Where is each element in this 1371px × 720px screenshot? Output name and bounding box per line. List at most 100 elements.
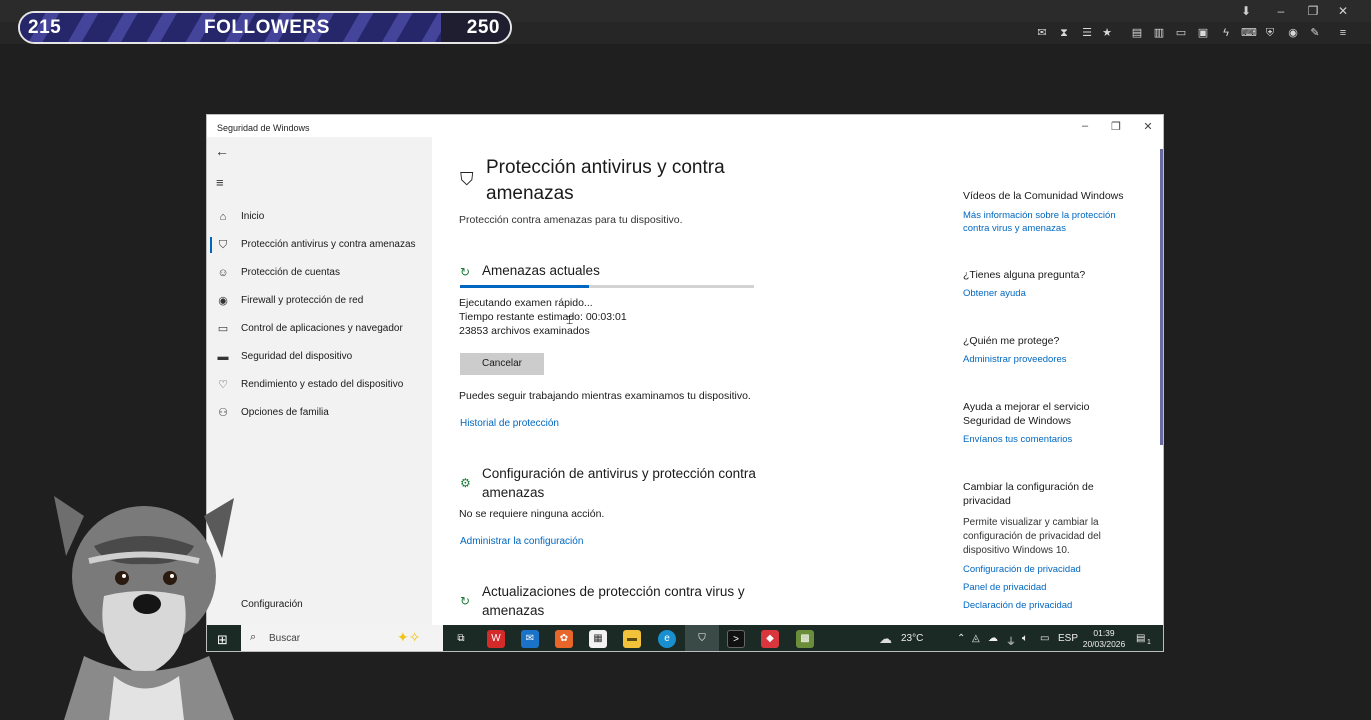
scan-status: Ejecutando examen rápido... bbox=[459, 297, 593, 309]
shield-icon: ⛉ bbox=[218, 239, 228, 251]
followers-goal: 250 bbox=[466, 17, 500, 38]
network-icon[interactable]: ▭ bbox=[1040, 633, 1049, 644]
ws-close-button[interactable]: ✕ bbox=[1138, 120, 1158, 133]
sidebar-item-label: Firewall y protección de red bbox=[241, 295, 364, 306]
followers-goal-bar: 215 FOLLOWERS 250 bbox=[18, 11, 512, 44]
wifi-icon: ◉ bbox=[218, 295, 228, 307]
scan-time-remaining: Tiempo restante estimado: 00:03:01 bbox=[459, 311, 627, 323]
cancel-scan-button[interactable]: Cancelar bbox=[460, 353, 544, 375]
windows-security-taskbar-icon[interactable]: ⛉ bbox=[693, 630, 711, 648]
followers-current: 215 bbox=[28, 17, 62, 38]
sidebar-item-label: Opciones de familia bbox=[241, 407, 329, 418]
taskbar-search[interactable]: ⌕ Buscar ✦✧ bbox=[241, 625, 443, 651]
sidebar-item-label: Seguridad del dispositivo bbox=[241, 351, 353, 362]
sidebar-item-app-browser[interactable]: ▭ Control de aplicaciones y navegador bbox=[207, 317, 432, 341]
hamburger-menu-icon[interactable]: ≡ bbox=[1336, 26, 1350, 40]
sparkle-icon: ✦✧ bbox=[397, 629, 421, 645]
menu-icon[interactable]: ≡ bbox=[216, 175, 224, 190]
current-threats-heading: Amenazas actuales bbox=[482, 263, 600, 278]
back-arrow-icon[interactable]: ← bbox=[215, 143, 229, 159]
settings-section-heading: Configuración de antivirus y protección … bbox=[482, 466, 756, 500]
search-icon: ⌕ bbox=[250, 631, 257, 643]
browser-icon: ▭ bbox=[217, 323, 229, 335]
database-icon[interactable]: ☰ bbox=[1080, 26, 1094, 40]
minimize-button[interactable]: – bbox=[1266, 2, 1296, 20]
improve-heading: Ayuda a mejorar el servicio Seguridad de… bbox=[963, 401, 1090, 427]
lightning-icon[interactable]: ϟ bbox=[1219, 26, 1233, 40]
minecraft-icon[interactable]: ▩ bbox=[796, 630, 814, 648]
ws-minimize-button[interactable]: – bbox=[1075, 120, 1095, 132]
file-icon[interactable]: ▤ bbox=[1130, 26, 1144, 40]
sidebar-item-label: Protección antivirus y contra amenazas bbox=[241, 239, 416, 250]
manage-providers-link[interactable]: Administrar proveedores bbox=[963, 353, 1138, 366]
sidebar-settings[interactable]: Configuración bbox=[241, 599, 303, 610]
monitor-icon[interactable]: ▭ bbox=[1174, 26, 1188, 40]
book-icon[interactable]: ▥ bbox=[1152, 26, 1166, 40]
edge-browser-icon[interactable]: e bbox=[658, 630, 676, 648]
sidebar-item-account-protection[interactable]: ☺ Protección de cuentas bbox=[207, 261, 432, 285]
file-explorer-icon[interactable]: ▬ bbox=[623, 630, 641, 648]
heart-icon: ♡ bbox=[218, 379, 228, 391]
window-title: Seguridad de Windows bbox=[217, 123, 310, 133]
weather-temperature: 23°C bbox=[901, 633, 924, 644]
clock[interactable]: 01:39 20/03/2026 bbox=[1081, 628, 1127, 650]
sidebar-item-firewall[interactable]: ◉ Firewall y protección de red bbox=[207, 289, 432, 313]
sidebar-item-family[interactable]: ⚇ Opciones de familia bbox=[207, 401, 432, 425]
tray-chevron-icon[interactable]: ⌃ bbox=[957, 633, 965, 644]
tray-cloud-icon[interactable]: ☁ bbox=[988, 633, 998, 644]
language-indicator[interactable]: ESP bbox=[1058, 633, 1078, 644]
copilot-icon[interactable]: ✿ bbox=[555, 630, 573, 648]
mic-icon[interactable]: ⏚ bbox=[1006, 633, 1016, 648]
scan-progress-fill bbox=[460, 285, 590, 288]
settings-status: No se requiere ninguna acción. bbox=[459, 508, 605, 520]
task-view-icon[interactable]: ⧉ bbox=[452, 630, 470, 648]
shield-outline-icon: ⛉ bbox=[460, 169, 474, 189]
notification-icon[interactable]: ▤ bbox=[1136, 633, 1145, 644]
anydesk-icon[interactable]: ◆ bbox=[761, 630, 779, 648]
sidebar-item-device-health[interactable]: ♡ Rendimiento y estado del dispositivo bbox=[207, 373, 432, 397]
terminal-icon[interactable]: > bbox=[727, 630, 745, 648]
volume-icon[interactable]: 🔈︎ bbox=[1022, 633, 1028, 644]
protection-history-link[interactable]: Historial de protección bbox=[460, 418, 559, 429]
updates-refresh-icon: ↻ bbox=[460, 594, 471, 608]
hourglass-icon[interactable]: ⧗ bbox=[1057, 26, 1071, 40]
record-icon[interactable]: ◉ bbox=[1286, 26, 1300, 40]
weather-cloud-icon[interactable]: ☁ bbox=[879, 631, 892, 647]
privacy-dashboard-link[interactable]: Panel de privacidad bbox=[963, 581, 1138, 594]
sidebar-item-device-security[interactable]: ▬ Seguridad del dispositivo bbox=[207, 345, 432, 369]
sidebar-item-virus-protection[interactable]: ⛉ Protección antivirus y contra amenazas bbox=[207, 233, 432, 257]
keyboard-icon[interactable]: ⌨ bbox=[1241, 26, 1257, 40]
taskbar: ⊞ ⌕ Buscar ✦✧ ⧉ W ✉ ✿ ▦ ▬ e ⛉ > ◆ ▩ ☁ 23… bbox=[207, 625, 1163, 651]
restore-button[interactable]: ❐ bbox=[1298, 2, 1328, 20]
chat-icon[interactable]: ✉ bbox=[1035, 26, 1049, 40]
get-help-link[interactable]: Obtener ayuda bbox=[963, 287, 1138, 300]
who-protects-heading: ¿Quién me protege? bbox=[963, 335, 1060, 347]
scrollbar[interactable] bbox=[1160, 149, 1163, 445]
shield-small-icon[interactable]: ⛨ bbox=[1263, 26, 1277, 40]
sidebar-item-home[interactable]: ⌂ Inicio bbox=[207, 205, 432, 229]
star-icon[interactable]: ★ bbox=[1100, 26, 1114, 40]
privacy-settings-link[interactable]: Configuración de privacidad bbox=[963, 563, 1138, 576]
pen-icon[interactable]: ✎ bbox=[1308, 26, 1322, 40]
message-icon[interactable]: ▣ bbox=[1196, 26, 1210, 40]
laptop-icon: ▬ bbox=[217, 351, 229, 363]
store-icon[interactable]: ▦ bbox=[589, 630, 607, 648]
wps-office-icon[interactable]: W bbox=[487, 630, 505, 648]
page-title: Protección antivirus y contra amenazas bbox=[486, 157, 725, 204]
sidebar-item-label: Protección de cuentas bbox=[241, 267, 340, 278]
close-button[interactable]: ✕ bbox=[1328, 2, 1358, 20]
privacy-text: Permite visualizar y cambiar la configur… bbox=[963, 517, 1101, 556]
download-icon[interactable]: ⬇ bbox=[1231, 2, 1261, 20]
feedback-link[interactable]: Envíanos tus comentarios bbox=[963, 433, 1138, 446]
mail-icon[interactable]: ✉ bbox=[521, 630, 539, 648]
community-link[interactable]: Más información sobre la protección cont… bbox=[963, 209, 1131, 235]
sidebar-item-label: Rendimiento y estado del dispositivo bbox=[241, 379, 404, 390]
ws-restore-button[interactable]: ❐ bbox=[1106, 120, 1126, 133]
notification-count: 1 bbox=[1147, 639, 1151, 646]
manage-settings-link[interactable]: Administrar la configuración bbox=[460, 536, 583, 547]
tray-app-icon[interactable]: ◬ bbox=[972, 633, 980, 644]
page-subtitle: Protección contra amenazas para tu dispo… bbox=[459, 214, 683, 226]
schnauzer-dog-illustration bbox=[54, 496, 234, 720]
privacy-statement-link[interactable]: Declaración de privacidad bbox=[963, 599, 1138, 612]
refresh-threats-icon: ↻ bbox=[460, 265, 471, 279]
